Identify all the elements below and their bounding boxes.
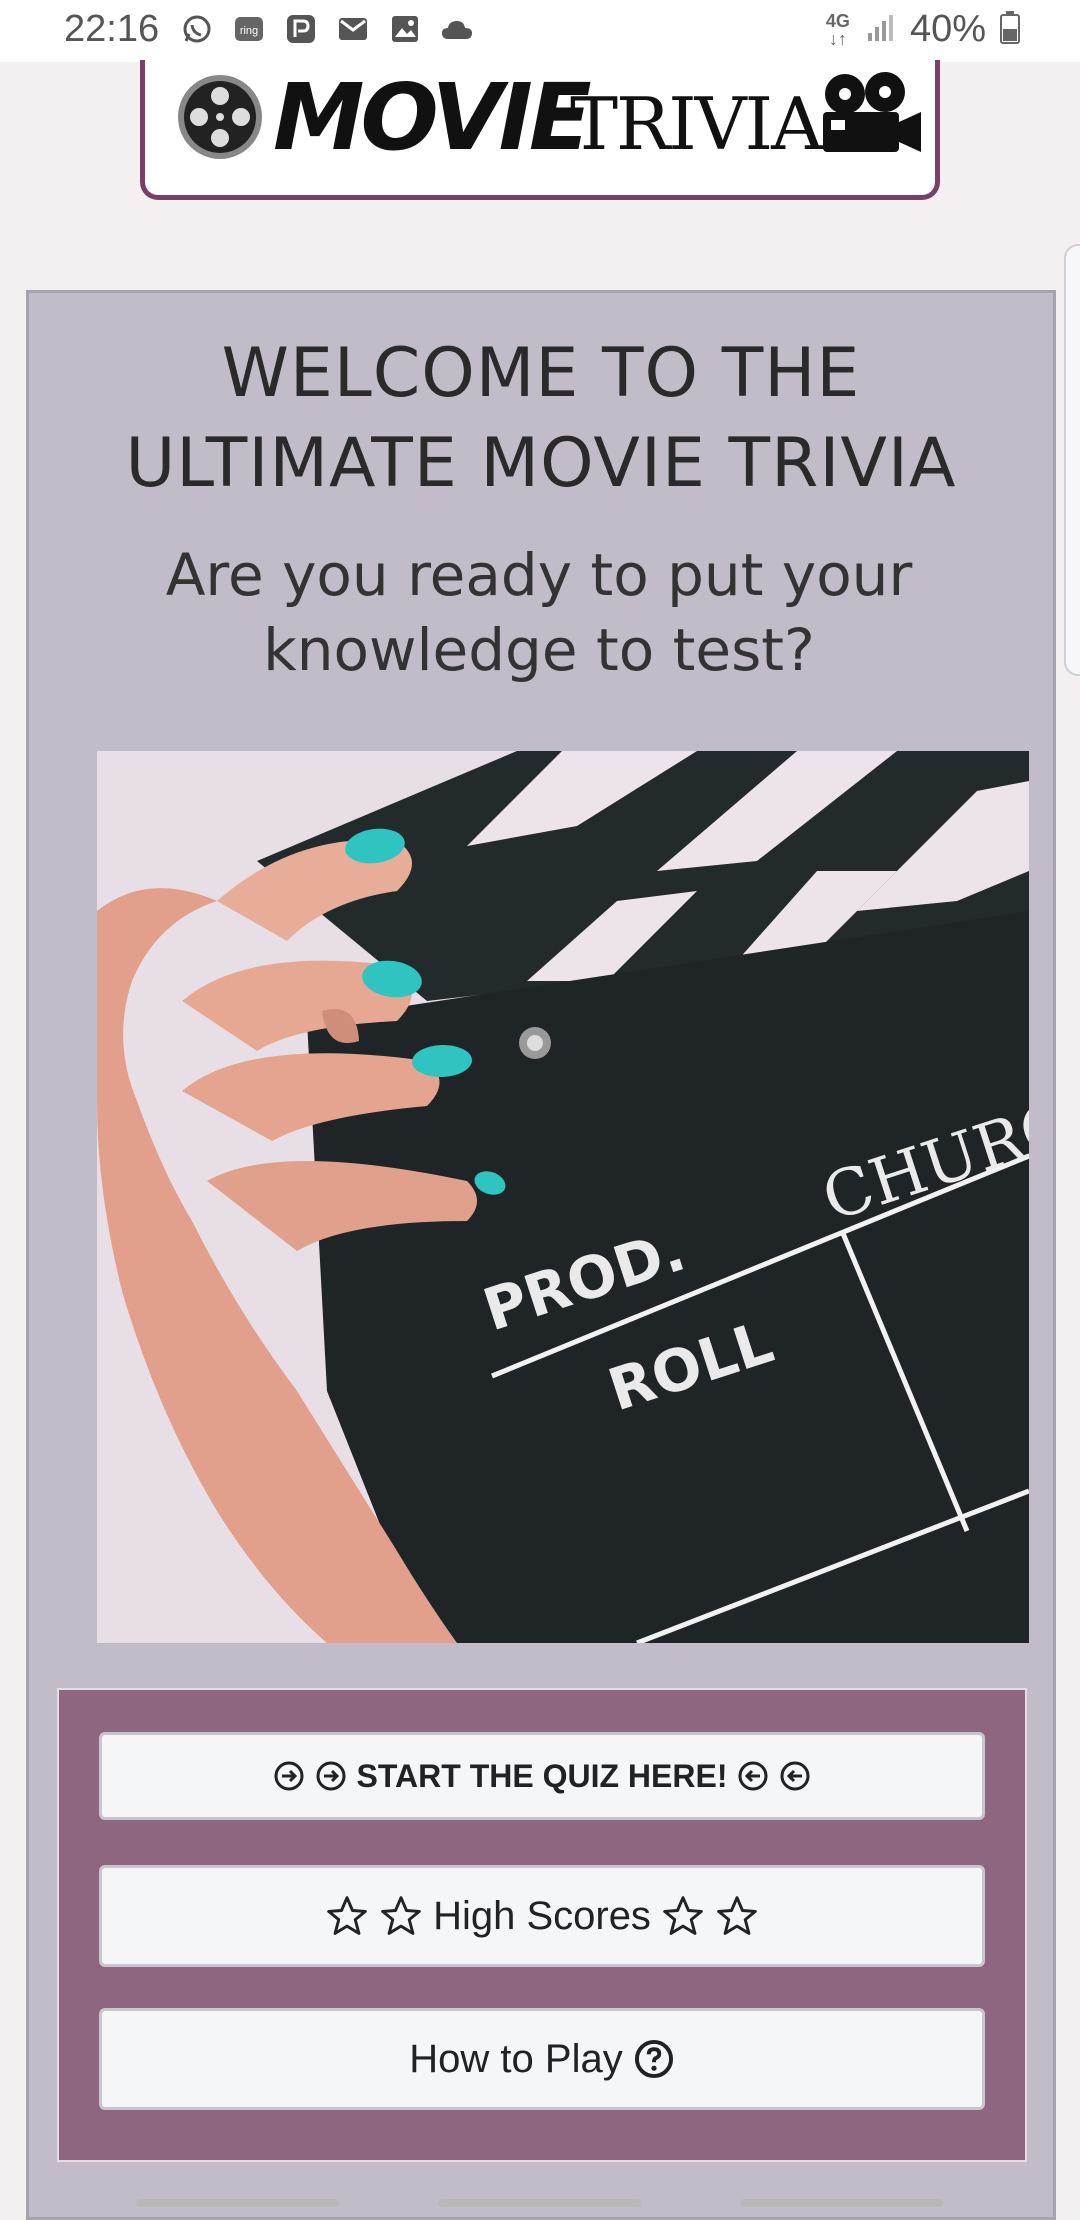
signal-icon [864,11,896,48]
arrow-right-circle-icon [273,1760,305,1792]
star-icon [379,1894,423,1938]
welcome-card: WELCOME TO THE ULTIMATE MOVIE TRIVIA Are… [26,290,1056,2220]
bottom-navigation-bar [0,2190,1080,2220]
nav-home[interactable] [438,2199,641,2207]
nav-recents[interactable] [136,2199,339,2207]
how-to-play-button[interactable]: How to Play [99,2008,985,2110]
film-reel-icon [175,72,265,166]
star-icon [661,1894,705,1938]
svg-text:ring: ring [240,25,258,37]
question-circle-icon [633,2038,675,2080]
start-quiz-button[interactable]: START THE QUIZ HERE! [99,1732,985,1820]
gallery-icon [388,12,422,46]
battery-icon [1000,10,1020,49]
star-icon [325,1894,369,1938]
status-bar: 22:16 ring 4G ↓↑ 40% [0,0,1080,62]
arrow-left-circle-icon [737,1760,769,1792]
network-type: 4G ↓↑ [825,10,850,49]
movie-trivia-logo: MOVIE TRIVIA [140,60,940,200]
ring-icon: ring [232,12,266,46]
star-icon [715,1894,759,1938]
nav-back[interactable] [740,2199,943,2207]
whatsapp-icon [180,12,214,46]
clapperboard-image: PROD. ROLL CHURC [97,751,1029,1643]
parking-app-icon [284,12,318,46]
start-quiz-label: START THE QUIZ HERE! [356,1757,728,1794]
logo-word-movie: MOVIE [273,64,592,171]
battery-percent: 40% [909,8,986,50]
movie-camera-icon [815,70,925,166]
how-to-play-label: How to Play [409,2036,623,2081]
page-subtitle: Are you ready to put your knowledge to t… [165,541,913,684]
arrow-right-circle-icon [315,1760,347,1792]
high-scores-label: High Scores [433,1893,651,1938]
high-scores-button[interactable]: High Scores [99,1865,985,1967]
cloud-icon [440,12,474,46]
side-scroll-tab[interactable] [1064,244,1080,676]
status-right: 4G ↓↑ 40% [826,8,1020,51]
button-panel: START THE QUIZ HERE! High Scores How to … [57,1688,1027,2162]
arrow-left-circle-icon [779,1760,811,1792]
notification-icons: ring [180,12,474,46]
mail-icon [336,12,370,46]
logo-word-trivia: TRIVIA [570,82,823,166]
status-time: 22:16 [64,8,160,50]
page-title: WELCOME TO THE ULTIMATE MOVIE TRIVIA [125,334,957,503]
